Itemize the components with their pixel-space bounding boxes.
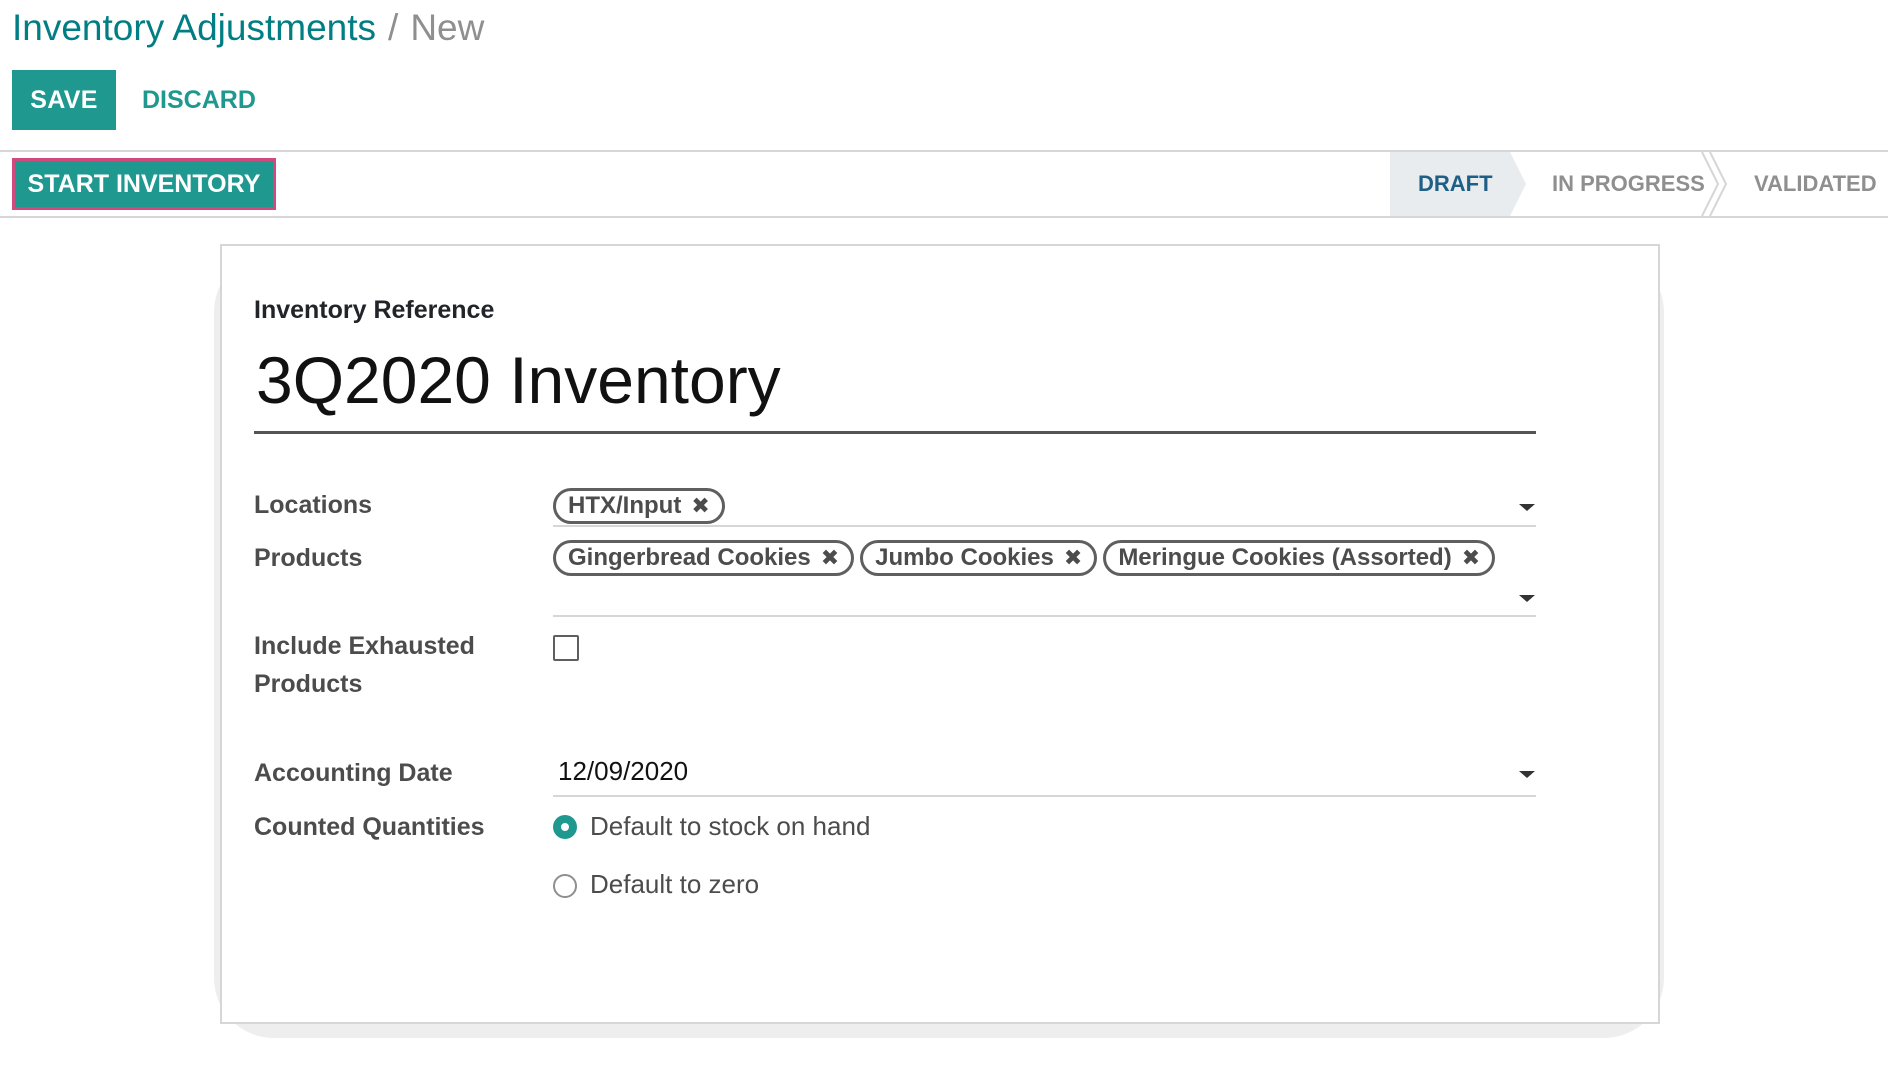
- locations-underline: [553, 525, 1536, 527]
- locations-field[interactable]: HTX/Input ✖: [553, 488, 731, 524]
- inventory-reference-input[interactable]: 3Q2020 Inventory: [256, 340, 781, 420]
- product-tag: Jumbo Cookies ✖: [860, 540, 1098, 576]
- locations-caret-down-icon[interactable]: [1519, 504, 1535, 511]
- location-tag-label: HTX/Input: [568, 492, 682, 519]
- product-tag-label: Gingerbread Cookies: [568, 544, 811, 571]
- radio-stock-on-hand[interactable]: [553, 815, 577, 839]
- include-exhausted-label-line1: Include Exhausted: [254, 632, 475, 660]
- close-icon[interactable]: ✖: [691, 493, 709, 519]
- stage-separator-arrow-2: [1709, 152, 1728, 216]
- product-tag-label: Meringue Cookies (Assorted): [1118, 544, 1452, 571]
- counted-quantities-label: Counted Quantities: [254, 813, 485, 841]
- stage-draft[interactable]: DRAFT: [1418, 152, 1493, 216]
- inventory-reference-label: Inventory Reference: [254, 296, 495, 324]
- include-exhausted-label: Include Exhausted Products: [254, 627, 475, 703]
- breadcrumb-parent-link[interactable]: Inventory Adjustments: [12, 7, 376, 48]
- accounting-date-caret-down-icon[interactable]: [1519, 771, 1535, 778]
- save-button[interactable]: SAVE: [12, 70, 116, 130]
- breadcrumb-current: New: [410, 7, 485, 48]
- stage-in-progress[interactable]: IN PROGRESS: [1552, 152, 1705, 216]
- stage-validated[interactable]: VALIDATED: [1754, 152, 1877, 216]
- include-exhausted-label-line2: Products: [254, 670, 363, 698]
- close-icon[interactable]: ✖: [1462, 545, 1480, 571]
- close-icon[interactable]: ✖: [821, 545, 839, 571]
- start-inventory-button[interactable]: START INVENTORY: [12, 158, 276, 210]
- accounting-date-label: Accounting Date: [254, 759, 453, 787]
- breadcrumb-separator: /: [388, 7, 399, 48]
- products-underline: [553, 615, 1536, 617]
- accounting-date-underline: [553, 795, 1536, 797]
- product-tag-label: Jumbo Cookies: [875, 544, 1054, 571]
- radio-default-zero-label[interactable]: Default to zero: [590, 869, 759, 900]
- stage-draft-arrow: [1510, 152, 1526, 216]
- products-label: Products: [254, 544, 363, 572]
- radio-default-zero[interactable]: [553, 874, 577, 898]
- product-tag: Gingerbread Cookies ✖: [553, 540, 855, 576]
- product-tag: Meringue Cookies (Assorted) ✖: [1103, 540, 1496, 576]
- discard-button[interactable]: DISCARD: [130, 70, 268, 130]
- inventory-reference-underline: [254, 431, 1536, 434]
- close-icon[interactable]: ✖: [1064, 545, 1082, 571]
- locations-label: Locations: [254, 491, 373, 519]
- breadcrumb: Inventory Adjustments / New: [12, 4, 484, 52]
- include-exhausted-checkbox[interactable]: [553, 635, 579, 661]
- products-field[interactable]: Gingerbread Cookies ✖ Jumbo Cookies ✖ Me…: [553, 540, 1501, 576]
- radio-stock-on-hand-label[interactable]: Default to stock on hand: [590, 811, 870, 842]
- products-caret-down-icon[interactable]: [1519, 595, 1535, 602]
- accounting-date-input[interactable]: 12/09/2020: [558, 756, 688, 787]
- location-tag: HTX/Input ✖: [553, 488, 725, 524]
